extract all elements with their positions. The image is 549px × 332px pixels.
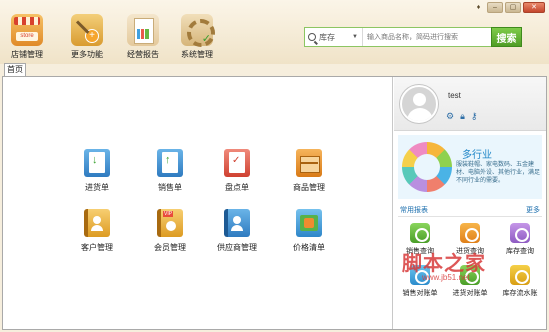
search-button[interactable]: 搜索 <box>491 27 522 47</box>
system-settings-icon <box>181 14 215 47</box>
report-sales-statement[interactable]: 销售对账单 <box>396 265 444 298</box>
function-stocktake-order[interactable]: 盘点单 <box>205 149 269 193</box>
function-label: 销售单 <box>158 183 182 192</box>
sales-statement-icon <box>410 265 430 285</box>
stock-ledger-icon <box>510 265 530 285</box>
report-stock-query[interactable]: 库存查询 <box>496 223 544 256</box>
search-category-dropdown[interactable]: 库存 ▼ <box>305 28 363 46</box>
lock-icon[interactable]: 🔒︎ <box>460 112 465 121</box>
side-panel: test ⚙ 🔒︎ ⚷ 多行业 服装鞋帽、家电数码、五金建材、电脑外设、其他行业… <box>394 77 546 329</box>
toolbar-label: 经营报告 <box>127 50 159 59</box>
search-bar: 库存 ▼ <box>304 27 522 47</box>
function-purchase-order[interactable]: 进货单 <box>65 149 129 193</box>
sales-order-icon <box>157 149 183 177</box>
function-goods-management[interactable]: 商品管理 <box>277 149 341 193</box>
search-category-value: 库存 <box>319 32 335 42</box>
industry-wheel-icon <box>402 142 452 192</box>
function-label: 供应商管理 <box>217 243 257 252</box>
more-functions-icon <box>71 14 103 46</box>
toolbar-business-report[interactable]: 经营报告 <box>120 14 166 60</box>
function-supplier-management[interactable]: 供应商管理 <box>205 209 269 253</box>
function-price-list[interactable]: 价格清单 <box>277 209 341 253</box>
function-label: 商品管理 <box>293 183 325 192</box>
function-label: 进货单 <box>85 183 109 192</box>
quick-reports-header: 常用报表 更多 <box>398 205 542 217</box>
report-label: 库存流水账 <box>502 290 538 297</box>
report-label: 进货查询 <box>456 248 484 255</box>
sales-query-icon <box>410 223 430 243</box>
function-label: 价格清单 <box>293 243 325 252</box>
toolbar-store-management[interactable]: 店铺管理 <box>4 14 50 60</box>
stock-query-icon <box>510 223 530 243</box>
minimize-button[interactable]: – <box>487 2 503 13</box>
goods-management-icon <box>296 149 322 177</box>
quick-reports-title: 常用报表 <box>400 207 428 214</box>
report-stock-ledger[interactable]: 库存流水账 <box>496 265 544 298</box>
purchase-statement-icon <box>460 265 480 285</box>
quick-reports-more-link[interactable]: 更多 <box>526 205 540 215</box>
function-label: 会员管理 <box>154 243 186 252</box>
function-member-management[interactable]: 会员管理 <box>138 209 202 253</box>
toolbar-system-management[interactable]: 系统管理 <box>174 14 220 60</box>
work-area: 进货单 销售单 盘点单 商品管理 客户管理 会员管理 供应商管理 价格清单 <box>2 76 547 330</box>
supplier-management-icon <box>224 209 250 237</box>
tab-home[interactable]: 首页 <box>4 63 26 77</box>
report-purchase-statement[interactable]: 进货对账单 <box>446 265 494 298</box>
user-card: test ⚙ 🔒︎ ⚷ <box>394 77 546 131</box>
function-label: 客户管理 <box>81 243 113 252</box>
customer-management-icon <box>84 209 110 237</box>
toolbar-label: 更多功能 <box>71 50 103 59</box>
function-customer-management[interactable]: 客户管理 <box>65 209 129 253</box>
purchase-query-icon <box>460 223 480 243</box>
purchase-order-icon <box>84 149 110 177</box>
function-panel: 进货单 销售单 盘点单 商品管理 客户管理 会员管理 供应商管理 价格清单 <box>3 77 393 329</box>
function-sales-order[interactable]: 销售单 <box>138 149 202 193</box>
search-icon <box>308 33 316 41</box>
price-list-icon <box>296 209 322 237</box>
top-toolbar: ♦ – ▢ ✕ 店铺管理 更多功能 经营报告 系统管理 库存 ▼ 搜索 <box>0 0 549 64</box>
report-label: 库存查询 <box>506 248 534 255</box>
report-label: 销售查询 <box>406 248 434 255</box>
report-purchase-query[interactable]: 进货查询 <box>446 223 494 256</box>
close-button[interactable]: ✕ <box>523 2 545 13</box>
industry-title: 多行业 <box>462 150 492 161</box>
stocktake-order-icon <box>224 149 250 177</box>
key-icon[interactable]: ⚷ <box>471 112 478 121</box>
industry-banner[interactable]: 多行业 服装鞋帽、家电数码、五金建材、电脑外设、其他行业，满足不同行业的需要。 <box>398 135 542 199</box>
member-management-icon <box>157 209 183 237</box>
avatar[interactable] <box>400 85 438 123</box>
toolbar-more-functions[interactable]: 更多功能 <box>64 14 110 60</box>
report-sales-query[interactable]: 销售查询 <box>396 223 444 256</box>
user-name: test <box>448 91 461 100</box>
toolbar-label: 系统管理 <box>181 50 213 59</box>
business-report-icon <box>127 14 159 46</box>
window-controls: ♦ – ▢ ✕ <box>472 2 545 13</box>
skin-button[interactable]: ♦ <box>472 2 485 13</box>
settings-icon[interactable]: ⚙ <box>446 112 454 121</box>
industry-description: 服装鞋帽、家电数码、五金建材、电脑外设、其他行业，满足不同行业的需要。 <box>456 162 541 184</box>
toolbar-label: 店铺管理 <box>11 50 43 59</box>
store-icon <box>11 14 43 46</box>
report-label: 进货对账单 <box>452 290 488 297</box>
function-label: 盘点单 <box>225 183 249 192</box>
report-label: 销售对账单 <box>402 290 438 297</box>
chevron-down-icon: ▼ <box>352 34 358 40</box>
maximize-button[interactable]: ▢ <box>505 2 521 13</box>
user-actions: ⚙ 🔒︎ ⚷ <box>446 112 477 121</box>
